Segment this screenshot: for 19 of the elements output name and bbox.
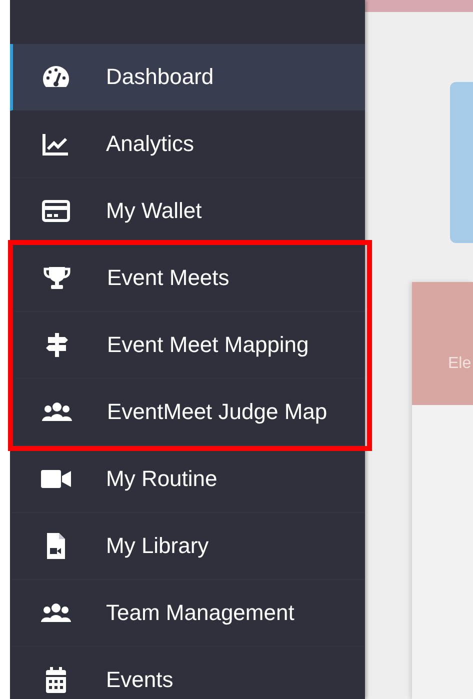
video-camera-icon [40, 468, 72, 490]
sidebar-item[interactable]: Event Meets [13, 245, 365, 312]
sidebar-item[interactable]: My Routine [10, 446, 365, 513]
card-label: Ele [448, 355, 472, 373]
users-icon [40, 602, 72, 624]
gauge-icon [41, 64, 71, 90]
sidebar-item[interactable]: Event Meet Mapping [13, 312, 365, 379]
sidebar-item[interactable]: Dashboard [10, 44, 365, 111]
line-chart-icon [42, 132, 70, 156]
sidebar-item[interactable]: EventMeet Judge Map [13, 379, 365, 446]
users-icon [41, 401, 73, 423]
sidebar-item[interactable]: My Library [10, 513, 365, 580]
signpost-icon [45, 332, 69, 358]
trophy-icon [43, 265, 71, 291]
sidebar-item[interactable]: Events [10, 647, 365, 699]
sidebar-item[interactable]: Team Management [10, 580, 365, 647]
video-file-icon [45, 532, 67, 560]
credit-card-icon [42, 199, 70, 223]
calendar-icon [44, 666, 68, 694]
